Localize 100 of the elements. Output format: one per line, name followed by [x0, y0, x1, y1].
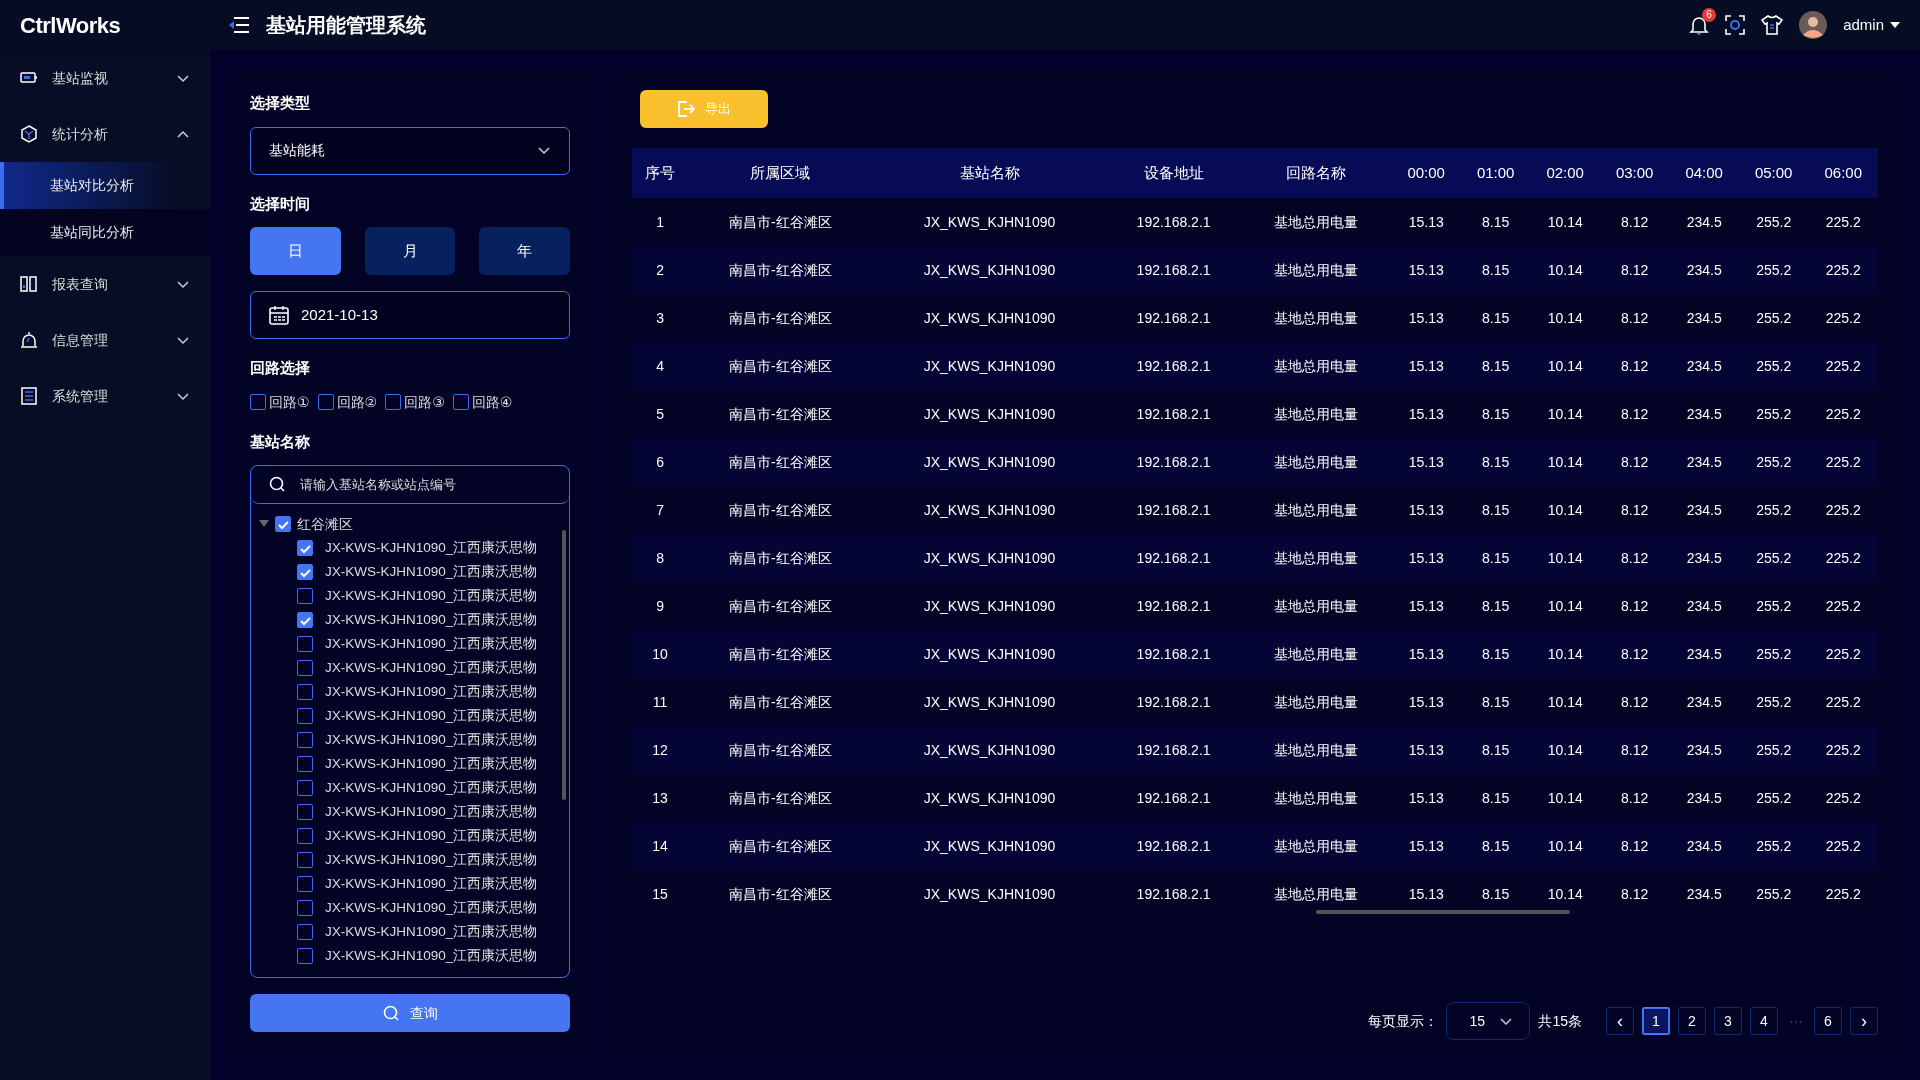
- table-cell: 255.2: [1738, 246, 1809, 294]
- table-cell: 234.5: [1669, 774, 1739, 822]
- query-button[interactable]: 查询: [250, 994, 570, 1032]
- table-cell: 225.2: [1808, 774, 1878, 822]
- avatar-icon[interactable]: [1799, 11, 1828, 39]
- tree-checkbox[interactable]: [297, 924, 313, 940]
- tree-checkbox[interactable]: [297, 708, 313, 724]
- tree-checkbox[interactable]: [297, 684, 313, 700]
- tree-node-label[interactable]: JX-KWS-KJHN1090_江西康沃思物: [325, 705, 538, 727]
- tree-node-label[interactable]: JX-KWS-KJHN1090_江西康沃思物: [325, 609, 538, 631]
- total-count: 共15条: [1538, 1011, 1582, 1031]
- table-cell: 南昌市-红谷滩区: [688, 678, 873, 726]
- table-cell: 基地总用电量: [1240, 774, 1392, 822]
- sidebar-subitem[interactable]: 基站同比分析: [0, 209, 210, 256]
- tree-node-label[interactable]: JX-KWS-KJHN1090_江西康沃思物: [325, 849, 538, 871]
- tree-node-label[interactable]: JX-KWS-KJHN1090_江西康沃思物: [325, 633, 538, 655]
- table-cell: 10.14: [1530, 726, 1600, 774]
- table-cell: 234.5: [1669, 486, 1739, 534]
- collapse-triangle-icon[interactable]: [259, 520, 269, 528]
- tree-checkbox[interactable]: [297, 636, 313, 652]
- page-button[interactable]: 2: [1678, 1007, 1706, 1035]
- table-cell: 255.2: [1738, 630, 1809, 678]
- tree-checkbox[interactable]: [275, 516, 291, 532]
- tree-checkbox[interactable]: [297, 804, 313, 820]
- table-cell: 8.12: [1599, 486, 1670, 534]
- page-size-select[interactable]: 15: [1446, 1002, 1531, 1040]
- previous-page-button[interactable]: ‹: [1606, 1007, 1634, 1035]
- page-button[interactable]: 6: [1814, 1007, 1842, 1035]
- tree-checkbox[interactable]: [297, 660, 313, 676]
- table-cell: 基地总用电量: [1240, 342, 1392, 390]
- page-button[interactable]: 4: [1750, 1007, 1778, 1035]
- tree-checkbox[interactable]: [297, 780, 313, 796]
- tree-checkbox[interactable]: [297, 732, 313, 748]
- table-cell: 10: [632, 630, 689, 678]
- tree-node-label[interactable]: JX-KWS-KJHN1090_江西康沃思物: [325, 681, 538, 703]
- tree-node-label[interactable]: JX-KWS-KJHN1090_江西康沃思物: [325, 873, 538, 895]
- user-menu[interactable]: admin: [1843, 13, 1900, 37]
- section-label: 基站名称: [250, 431, 311, 452]
- tree-checkbox[interactable]: [297, 900, 313, 916]
- page-button[interactable]: 3: [1714, 1007, 1742, 1035]
- time-tab[interactable]: 年: [479, 227, 570, 275]
- table-cell: 8.12: [1599, 198, 1670, 246]
- table-cell: 225.2: [1808, 870, 1878, 918]
- tree-node-label[interactable]: JX-KWS-KJHN1090_江西康沃思物: [325, 945, 538, 967]
- tree-checkbox[interactable]: [297, 852, 313, 868]
- sidebar-item[interactable]: 统计分析: [0, 106, 210, 162]
- tree-node-label[interactable]: JX-KWS-KJHN1090_江西康沃思物: [325, 657, 538, 679]
- tree-node-label[interactable]: JX-KWS-KJHN1090_江西康沃思物: [325, 585, 538, 607]
- scrollbar-thumb[interactable]: [1316, 910, 1570, 914]
- menu-icon[interactable]: [228, 16, 250, 34]
- table-cell: 8: [632, 534, 689, 582]
- table-cell: 234.5: [1669, 198, 1739, 246]
- sidebar-item[interactable]: 基站监视: [0, 50, 210, 106]
- table-cell: 南昌市-红谷滩区: [688, 294, 873, 342]
- shirt-icon[interactable]: [1761, 15, 1784, 35]
- scrollbar-thumb[interactable]: [562, 530, 566, 800]
- tree-checkbox[interactable]: [297, 948, 313, 964]
- tree-checkbox[interactable]: [297, 564, 313, 580]
- section-label: 选择类型: [250, 93, 311, 113]
- tree-node-label[interactable]: JX-KWS-KJHN1090_江西康沃思物: [325, 897, 538, 919]
- type-select[interactable]: 基站能耗: [250, 126, 570, 175]
- tree-node-label[interactable]: JX-KWS-KJHN1090_江西康沃思物: [325, 729, 538, 751]
- page-ellipsis: ···: [1788, 1011, 1804, 1031]
- circuit-checkbox[interactable]: 回路②: [317, 391, 378, 413]
- sidebar-item[interactable]: 系统管理: [0, 368, 210, 424]
- tree-node-label[interactable]: JX-KWS-KJHN1090_江西康沃思物: [325, 801, 538, 823]
- sidebar-item[interactable]: 信息管理: [0, 312, 210, 368]
- table-cell: 15.13: [1391, 726, 1461, 774]
- circuit-checkbox[interactable]: 回路①: [250, 391, 310, 413]
- date-field[interactable]: 2021-10-13: [250, 291, 570, 339]
- table-cell: 南昌市-红谷滩区: [688, 198, 873, 246]
- sidebar-item[interactable]: 报表查询: [0, 256, 210, 312]
- tree-node-label[interactable]: JX-KWS-KJHN1090_江西康沃思物: [325, 777, 538, 799]
- time-tab[interactable]: 日: [250, 227, 341, 275]
- tree-checkbox[interactable]: [297, 828, 313, 844]
- tree-node-label[interactable]: JX-KWS-KJHN1090_江西康沃思物: [325, 825, 538, 847]
- table-cell: 15.13: [1391, 630, 1461, 678]
- tree-checkbox[interactable]: [297, 588, 313, 604]
- page-button[interactable]: 1: [1642, 1007, 1670, 1035]
- tree-checkbox[interactable]: [297, 540, 313, 556]
- circuit-checkbox[interactable]: 回路③: [385, 391, 445, 413]
- tree-node-label[interactable]: JX-KWS-KJHN1090_江西康沃思物: [325, 561, 538, 583]
- table-cell: 225.2: [1808, 342, 1878, 390]
- tree-checkbox[interactable]: [297, 756, 313, 772]
- next-page-button[interactable]: ›: [1850, 1007, 1878, 1035]
- tree-node-label[interactable]: 红谷滩区: [297, 513, 353, 535]
- tree-node-label[interactable]: JX-KWS-KJHN1090_江西康沃思物: [325, 537, 538, 559]
- table-cell: 基地总用电量: [1240, 534, 1392, 582]
- tree-node-label[interactable]: JX-KWS-KJHN1090_江西康沃思物: [325, 921, 538, 943]
- tree-node-label[interactable]: JX-KWS-KJHN1090_江西康沃思物: [325, 753, 538, 775]
- table-cell: 234.5: [1669, 246, 1739, 294]
- search-field[interactable]: 请输入基站名称或站点编号: [298, 473, 551, 496]
- circuit-checkbox[interactable]: 回路④: [452, 391, 513, 413]
- logo: CtrlWorks: [20, 11, 121, 40]
- tree-checkbox[interactable]: [297, 876, 313, 892]
- scan-icon[interactable]: [1725, 15, 1746, 35]
- table-cell: 8.12: [1599, 342, 1670, 390]
- table-cell: JX_KWS_KJHN1090: [872, 294, 1107, 342]
- time-tab[interactable]: 月: [364, 227, 456, 275]
- tree-checkbox[interactable]: [297, 612, 313, 628]
